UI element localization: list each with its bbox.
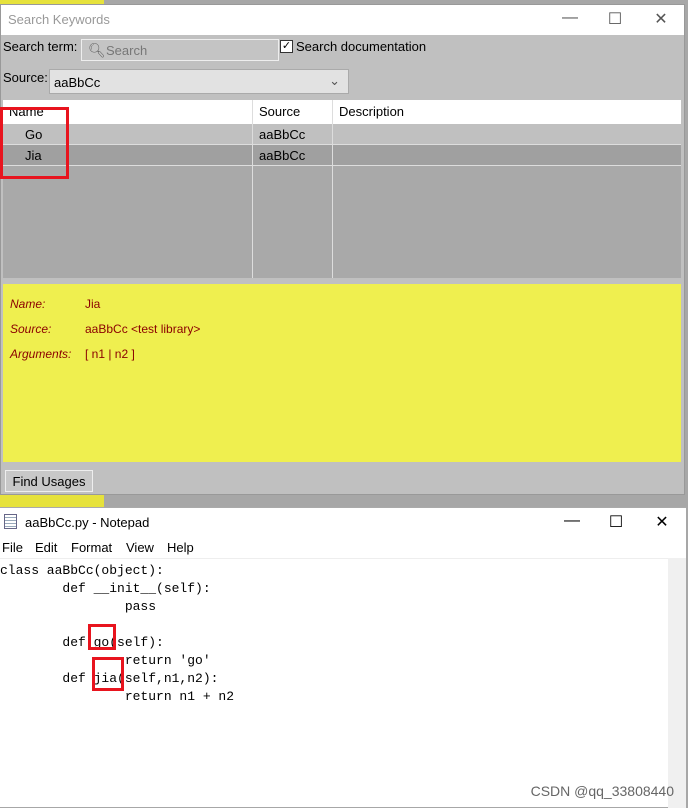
menu-file[interactable]: File bbox=[2, 540, 23, 555]
search-documentation-label: Search documentation bbox=[296, 39, 427, 54]
menu-edit[interactable]: Edit bbox=[35, 540, 57, 555]
highlight-box bbox=[0, 107, 69, 179]
menu-format[interactable]: Format bbox=[71, 540, 112, 555]
maximize-button[interactable]: ☐ bbox=[601, 512, 631, 532]
column-description[interactable]: Description bbox=[339, 104, 404, 119]
vertical-scrollbar[interactable] bbox=[668, 558, 686, 808]
table-row[interactable]: Go aaBbCc bbox=[3, 124, 681, 145]
minimize-button[interactable]: — bbox=[555, 9, 585, 27]
search-documentation-checkbox[interactable]: ✓ bbox=[280, 40, 293, 53]
window-title: Search Keywords bbox=[8, 12, 110, 27]
notepad-icon bbox=[4, 514, 17, 529]
find-usages-button[interactable]: Find Usages bbox=[5, 470, 93, 492]
search-term-label: Search term: bbox=[3, 39, 78, 54]
watermark: CSDN @qq_33808440 bbox=[530, 783, 674, 799]
title-bar: Search Keywords — ☐ ✕ bbox=[1, 5, 684, 35]
close-button[interactable]: ✕ bbox=[646, 9, 676, 29]
background-window bbox=[0, 495, 104, 507]
highlight-box bbox=[88, 624, 116, 650]
window-title: aaBbCc.py - Notepad bbox=[25, 515, 150, 530]
highlight-box bbox=[92, 657, 124, 691]
column-source[interactable]: Source bbox=[259, 104, 300, 119]
table-row-selected[interactable]: Jia aaBbCc bbox=[3, 145, 681, 166]
keywords-table: Name Source Description Go aaBbCc Jia aa… bbox=[3, 100, 681, 278]
search-keywords-window: Search Keywords — ☐ ✕ Search term: 🔍︎ Sea… bbox=[0, 4, 685, 495]
chevron-down-icon: ⌄ bbox=[329, 73, 340, 88]
search-input[interactable]: 🔍︎ Search bbox=[81, 39, 279, 61]
search-icon: 🔍︎ bbox=[88, 42, 106, 58]
menu-view[interactable]: View bbox=[126, 540, 154, 555]
column-divider bbox=[252, 100, 253, 278]
source-select[interactable]: aaBbCc ⌄ bbox=[49, 69, 349, 94]
close-button[interactable]: ✕ bbox=[647, 512, 677, 532]
menu-help[interactable]: Help bbox=[167, 540, 194, 555]
keyword-details-panel: Name: Jia Source: aaBbCc <test library> … bbox=[3, 284, 681, 462]
minimize-button[interactable]: — bbox=[557, 512, 587, 530]
column-divider bbox=[332, 100, 333, 278]
source-label: Source: bbox=[3, 70, 48, 85]
maximize-button[interactable]: ☐ bbox=[600, 9, 630, 29]
table-header: Name Source Description bbox=[3, 100, 681, 124]
